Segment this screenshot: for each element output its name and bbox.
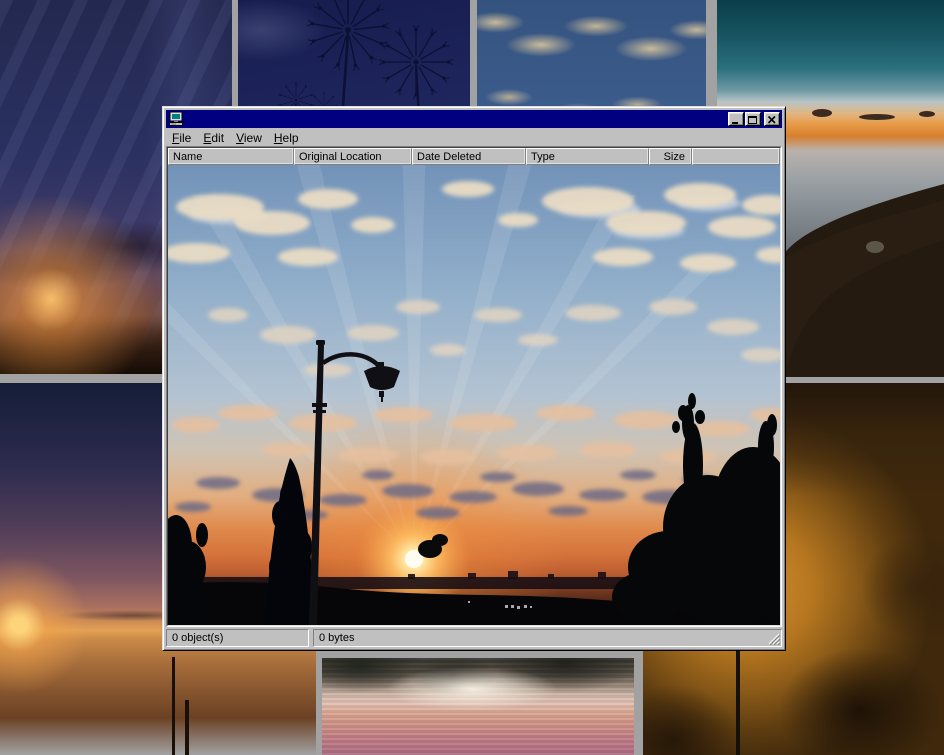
status-bytes-text: 0 bytes: [319, 632, 354, 644]
lagoon-pole: [185, 700, 189, 755]
menu-item-help[interactable]: Help: [268, 130, 305, 146]
sunset-streetlamp-photo: [168, 165, 780, 625]
status-bytes: 0 bytes: [313, 629, 782, 647]
desktop: File Edit View Help Name Original Locati…: [0, 0, 944, 755]
minimize-icon: [731, 115, 741, 125]
column-header-original-location[interactable]: Original Location: [294, 148, 412, 165]
left-bush: [168, 515, 212, 625]
menu-item-file[interactable]: File: [166, 130, 197, 146]
menu-item-edit[interactable]: Edit: [197, 130, 230, 146]
column-header-date-deleted[interactable]: Date Deleted: [412, 148, 526, 165]
close-icon: [767, 115, 777, 125]
menu-bar: File Edit View Help: [166, 129, 782, 146]
column-header-type[interactable]: Type: [526, 148, 649, 165]
lagoon-pole: [172, 657, 175, 755]
status-objects: 0 object(s): [166, 629, 309, 647]
column-header-row: Name Original Location Date Deleted Type…: [168, 148, 780, 165]
maximize-icon: [748, 115, 758, 125]
list-view-area[interactable]: [168, 165, 780, 625]
title-bar[interactable]: [166, 110, 782, 128]
column-header-filler: [692, 148, 780, 165]
wallpaper-photo-water-reflection: [322, 658, 634, 755]
column-header-name[interactable]: Name: [168, 148, 294, 165]
resize-grip-icon[interactable]: [767, 632, 780, 645]
close-button[interactable]: [764, 112, 780, 126]
menu-item-view[interactable]: View: [230, 130, 268, 146]
list-view-frame: Name Original Location Date Deleted Type…: [166, 146, 782, 627]
maximize-button[interactable]: [745, 112, 761, 126]
recycle-bin-window: File Edit View Help Name Original Locati…: [162, 106, 786, 651]
minimize-button[interactable]: [728, 112, 744, 126]
column-header-size[interactable]: Size: [649, 148, 692, 165]
golden-haze-pole: [736, 633, 740, 755]
computer-icon: [168, 111, 184, 127]
status-bar: 0 object(s) 0 bytes: [166, 629, 782, 647]
